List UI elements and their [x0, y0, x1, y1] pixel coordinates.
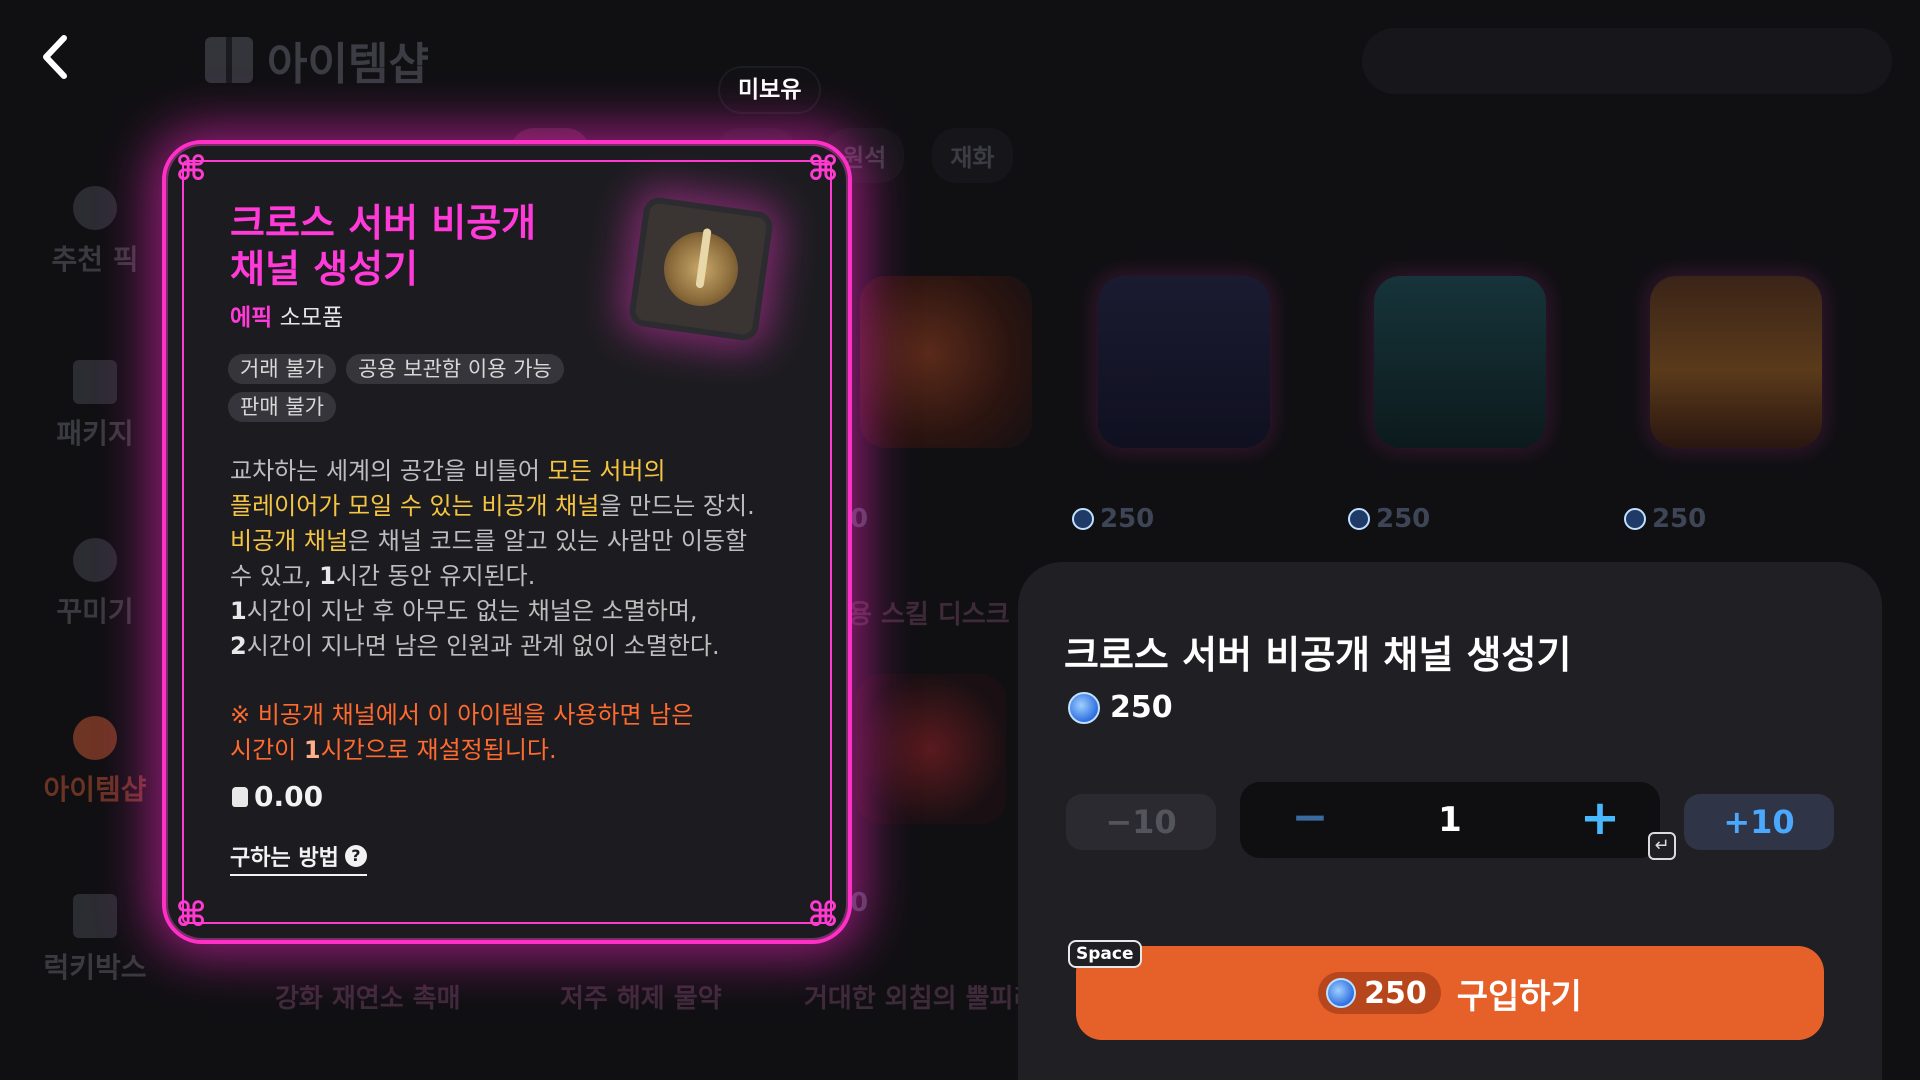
back-button[interactable]: [36, 32, 76, 82]
item-grade-category: 에픽 소모품: [230, 298, 343, 332]
sidebar-item-label: 꾸미기: [56, 595, 134, 628]
sidebar-item-label: 패키지: [56, 417, 134, 450]
product-price: 250: [1072, 504, 1154, 534]
product-name-partial: 용 스킬 디스크: [848, 600, 1010, 630]
product-card-forest[interactable]: [1374, 276, 1546, 448]
product-card-scissors[interactable]: [860, 276, 1032, 448]
wand-icon: [73, 538, 117, 582]
sidebar-item-label: 추천 픽: [51, 243, 139, 276]
buy-button-label: 구입하기: [1456, 976, 1582, 1017]
coin-icon: [1072, 508, 1094, 530]
item-warning: ※ 비공개 채널에서 이 아이템을 사용하면 남은 시간이 1시간으로 재설정됩…: [230, 701, 694, 764]
screen: 아이템샵 추천 픽 패키지 꾸미기 아이템샵 럭키박스 원석 재화 0 250 …: [0, 0, 1920, 1080]
tag-untradeable: 거래 불가: [228, 354, 336, 384]
sidebar-item-label: 아이템샵: [43, 773, 147, 806]
question-icon: ?: [344, 845, 367, 867]
ornament-icon: ⌘: [807, 895, 839, 935]
plus-10-button[interactable]: +10: [1684, 794, 1834, 850]
product-price-partial: 0: [850, 504, 869, 534]
tab-currency[interactable]: 재화: [932, 128, 1013, 183]
sidebar-item-label: 럭키박스: [43, 951, 147, 984]
chevron-left-icon: [43, 35, 67, 79]
quantity-stepper: − 1 +: [1240, 782, 1660, 858]
tag-unsellable: 판매 불가: [228, 392, 336, 422]
increment-button[interactable]: +: [1570, 782, 1630, 858]
minus-10-button[interactable]: −10: [1066, 794, 1216, 850]
page-title-label: 아이템샵: [267, 39, 429, 90]
item-description: 교차하는 세계의 공간을 비틀어 모든 서버의 플레이어가 모일 수 있는 비공…: [230, 457, 755, 660]
buy-button[interactable]: 250 구입하기: [1076, 946, 1824, 1040]
tag-shared-storage: 공용 보관함 이용 가능: [345, 354, 564, 384]
ornament-icon: ⌘: [807, 149, 839, 189]
product-price: 250: [1348, 504, 1430, 534]
weight-icon: [232, 786, 248, 807]
page-title: 아이템샵: [205, 28, 429, 92]
buy-total-price: 250: [1318, 972, 1441, 1014]
product-name: 거대한 외침의 뿔피리: [804, 984, 1038, 1014]
coin-icon: [1348, 508, 1370, 530]
star-icon: [73, 186, 117, 230]
mystery-box-icon: [73, 894, 117, 938]
search-bar[interactable]: [1362, 28, 1892, 94]
item-weight: 0.00: [232, 780, 323, 813]
package-icon: [73, 360, 117, 404]
quantity-value[interactable]: 1: [1400, 782, 1500, 858]
item-image: [627, 195, 775, 343]
decrement-button[interactable]: −: [1280, 782, 1340, 858]
product-price-partial: 0: [850, 888, 869, 918]
enter-key-hint-icon: ↵: [1648, 832, 1676, 860]
item-name: 크로스 서버 비공개 채널 생성기: [230, 201, 537, 291]
bag-icon: [73, 716, 117, 760]
coin-icon: [1326, 978, 1357, 1008]
purchase-unit-price: 250: [1068, 690, 1173, 725]
purchase-item-title: 크로스 서버 비공개 채널 생성기: [1064, 633, 1572, 677]
coin-icon: [1068, 691, 1100, 724]
gift-icon: [205, 37, 253, 83]
product-name: 강화 재연소 촉매: [275, 984, 461, 1014]
ornament-icon: ⌘: [175, 149, 207, 189]
product-card-sunset[interactable]: [1650, 276, 1822, 448]
item-grade: 에픽: [230, 305, 273, 331]
space-key-hint: Space: [1068, 940, 1142, 968]
product-card-skill-disk[interactable]: [856, 674, 1006, 824]
product-price: 250: [1624, 504, 1706, 534]
product-card-night-sky[interactable]: [1098, 276, 1270, 448]
item-category: 소모품: [279, 305, 344, 331]
ornament-icon: ⌘: [175, 895, 207, 935]
product-name: 저주 해제 물약: [560, 984, 722, 1014]
coin-icon: [1624, 508, 1646, 530]
purchase-panel: 크로스 서버 비공개 채널 생성기 250 −10 − 1 + ↵ +10 Sp…: [1018, 562, 1882, 1080]
item-tags: 거래 불가 공용 보관함 이용 가능 판매 불가: [228, 354, 648, 422]
item-tooltip: ⌘ ⌘ ⌘ ⌘ 크로스 서버 비공개 채널 생성기 에픽 소모품 거래 불가 공…: [162, 140, 852, 944]
how-to-get-link[interactable]: 구하는 방법 ?: [230, 840, 367, 876]
owned-status-badge: 미보유: [720, 68, 820, 112]
